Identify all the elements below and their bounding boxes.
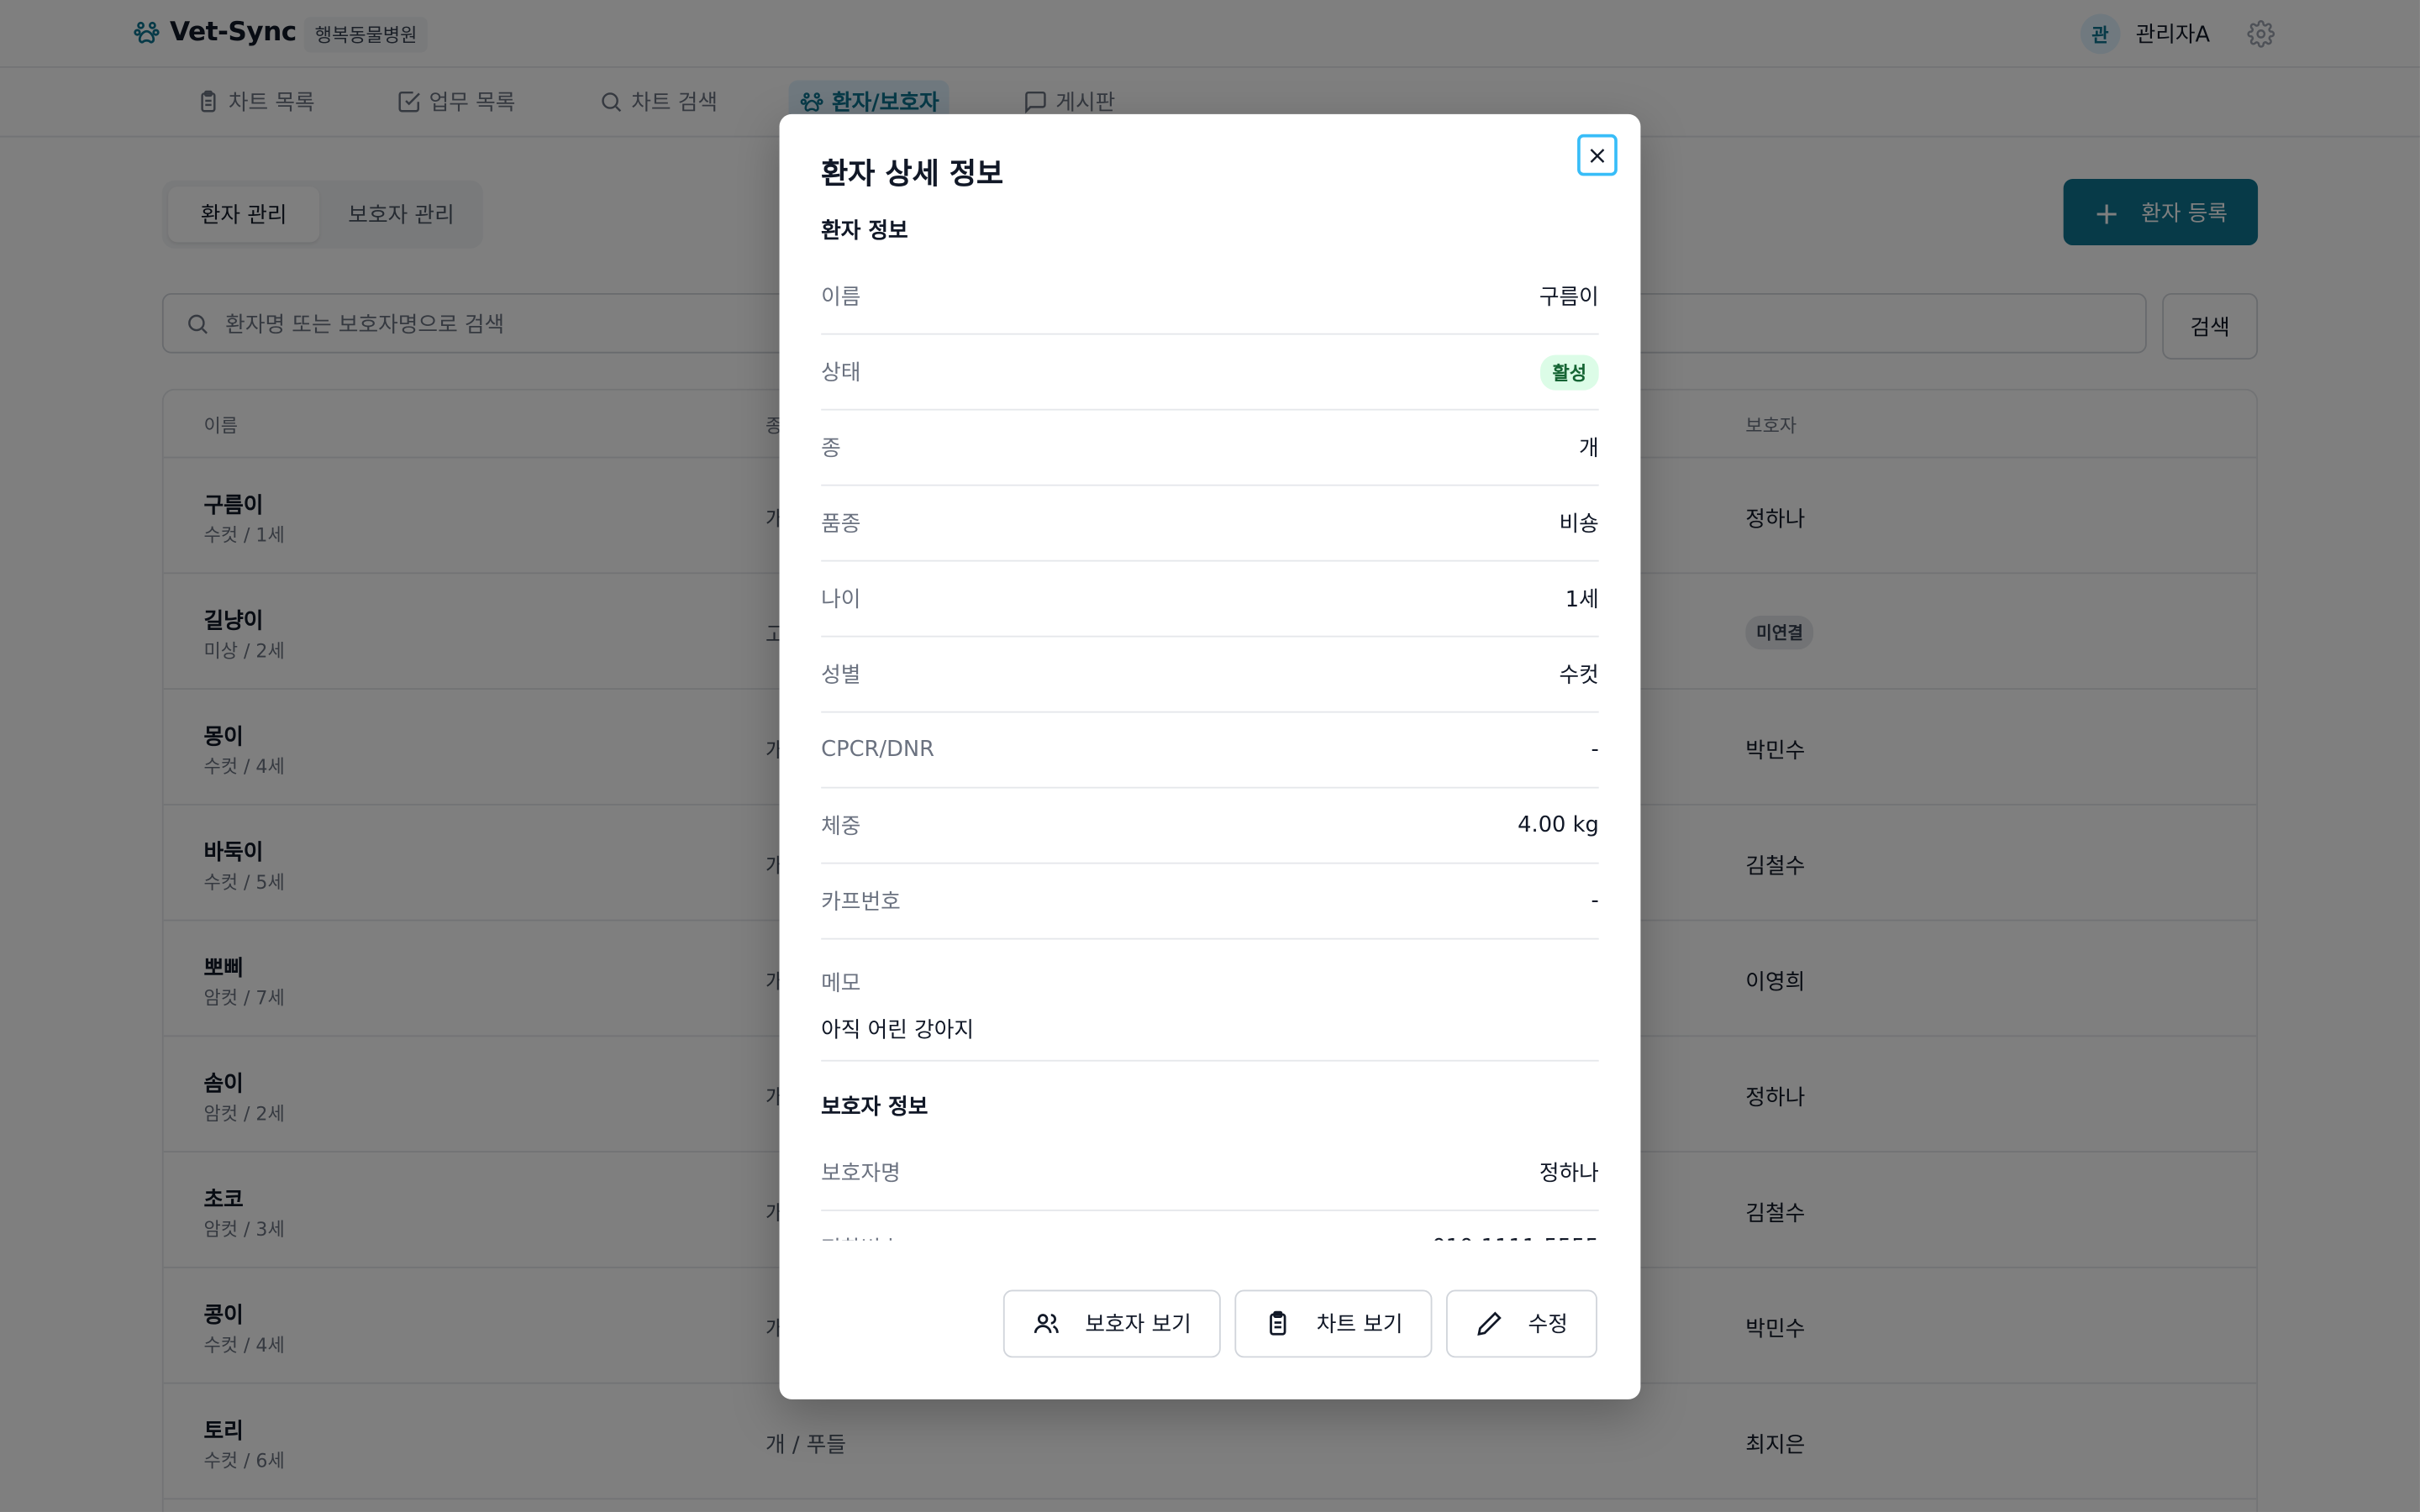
field-cpcr: CPCR/DNR - — [821, 713, 1599, 789]
field-value: 비숑 — [1559, 512, 1599, 538]
field-label: 종 — [821, 436, 841, 462]
field-value: 수컷 — [1559, 663, 1599, 689]
field-value: 아직 어린 강아지 — [821, 1018, 975, 1043]
field-value: 개 — [1579, 436, 1599, 462]
field-status: 상태 활성 — [821, 335, 1599, 411]
users-icon — [1034, 1314, 1059, 1334]
field-sex: 성별 수컷 — [821, 638, 1599, 713]
field-label: 체중 — [821, 814, 861, 840]
patient-detail-modal: 환자 상세 정보 환자 정보 이름 구름이 상태 활성 종 개 품종 비숑 나이… — [779, 113, 1641, 1399]
field-label: 카프번호 — [821, 890, 901, 916]
modal-scroll-area[interactable]: 환자 정보 이름 구름이 상태 활성 종 개 품종 비숑 나이 1세 성별 수컷… — [821, 213, 1599, 1241]
field-species: 종 개 — [821, 411, 1599, 486]
field-label: 품종 — [821, 512, 861, 538]
close-button[interactable] — [1577, 134, 1618, 176]
field-value: 정하나 — [1539, 1162, 1599, 1187]
status-badge: 활성 — [1539, 354, 1599, 390]
field-age: 나이 1세 — [821, 562, 1599, 638]
field-breed: 품종 비숑 — [821, 486, 1599, 562]
page: Vet-Sync 행복동물병원 관 관리자A 차트 목록 업무 목록 차트 검색 — [0, 0, 2420, 1512]
view-owner-label: 보호자 보기 — [1085, 1313, 1192, 1338]
field-value: - — [1591, 737, 1599, 763]
pencil-icon — [1477, 1311, 1502, 1336]
field-name: 이름 구름이 — [821, 260, 1599, 335]
edit-button[interactable]: 수정 — [1445, 1289, 1597, 1358]
patient-section-title: 환자 정보 — [821, 218, 908, 244]
modal-footer: 보호자 보기 차트 보기 수정 — [780, 1289, 1641, 1358]
view-chart-label: 차트 보기 — [1316, 1313, 1403, 1338]
field-value: 010-1111-5555 — [1432, 1236, 1599, 1241]
field-value: 4.00 kg — [1518, 812, 1599, 838]
edit-label: 수정 — [1528, 1313, 1568, 1338]
clipboard-icon — [1270, 1310, 1286, 1336]
field-label: 보호자명 — [821, 1162, 901, 1187]
field-value: 1세 — [1565, 587, 1599, 613]
owner-field-name: 보호자명 정하나 — [821, 1136, 1599, 1211]
close-icon — [1590, 148, 1605, 162]
field-memo: 메모 아직 어린 강아지 — [821, 940, 1599, 1062]
field-label: 상태 — [821, 360, 861, 386]
owner-field-phone: 전화번호 010-1111-5555 — [821, 1211, 1599, 1241]
view-owner-button[interactable]: 보호자 보기 — [1002, 1289, 1221, 1358]
modal-title: 환자 상세 정보 — [821, 157, 1004, 192]
field-label: 성별 — [821, 663, 861, 689]
field-label: 나이 — [821, 587, 861, 613]
field-label: 전화번호 — [821, 1233, 901, 1241]
field-value: 구름이 — [1539, 285, 1599, 311]
field-label: 이름 — [821, 285, 861, 311]
field-label: CPCR/DNR — [821, 737, 934, 763]
view-chart-button[interactable]: 차트 보기 — [1234, 1289, 1433, 1358]
field-chip: 카프번호 - — [821, 864, 1599, 940]
field-label: 메모 — [821, 972, 861, 997]
field-value: - — [1591, 888, 1599, 914]
field-weight: 체중 4.00 kg — [821, 789, 1599, 864]
owner-section-title: 보호자 정보 — [821, 1095, 929, 1121]
